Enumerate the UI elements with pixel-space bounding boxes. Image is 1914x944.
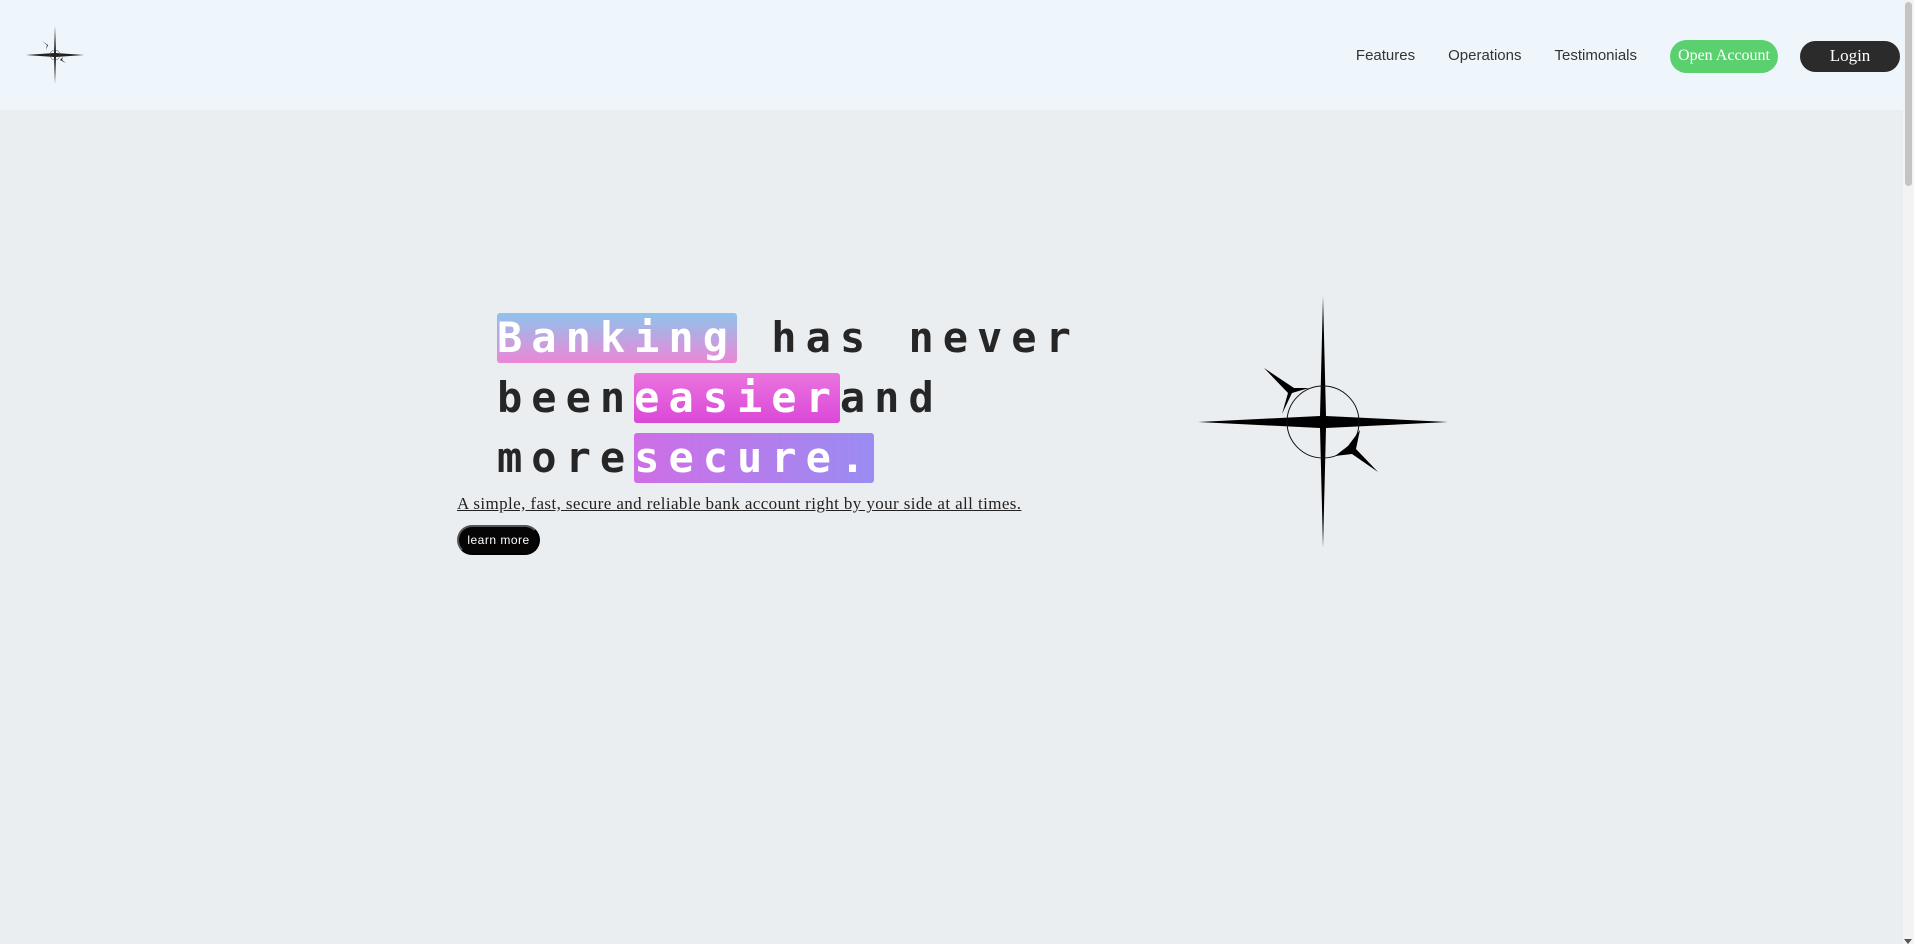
main-nav: Features Operations Testimonials Open Ac… — [1356, 38, 1900, 74]
highlight-secure: secure. — [634, 433, 875, 483]
hero-title: Banking has never been easier and more secu… — [497, 308, 1080, 488]
site-header: Features Operations Testimonials Open Ac… — [0, 0, 1914, 110]
compass-star-icon[interactable] — [26, 26, 84, 84]
scrollbar-thumb[interactable] — [1905, 2, 1912, 186]
title-text-has-never: has never — [737, 313, 1080, 362]
highlight-banking: Banking — [497, 313, 738, 363]
compass-star-icon — [1198, 296, 1448, 548]
scroll-down-arrow-icon[interactable] — [1904, 939, 1912, 944]
learn-more-button[interactable]: learn more — [457, 525, 540, 555]
nav-operations[interactable]: Operations — [1448, 38, 1521, 74]
vertical-scrollbar[interactable] — [1903, 0, 1914, 944]
open-account-button[interactable]: Open Account — [1670, 39, 1778, 73]
nav-features[interactable]: Features — [1356, 38, 1415, 74]
title-text-been: been — [497, 373, 635, 422]
login-button[interactable]: Login — [1800, 40, 1900, 72]
nav-testimonials[interactable]: Testimonials — [1554, 38, 1637, 74]
title-text-more: more — [497, 433, 635, 482]
title-text-and: and — [839, 373, 943, 422]
highlight-easier: easier — [634, 373, 840, 423]
hero-subtitle: A simple, fast, secure and reliable bank… — [457, 494, 1022, 513]
